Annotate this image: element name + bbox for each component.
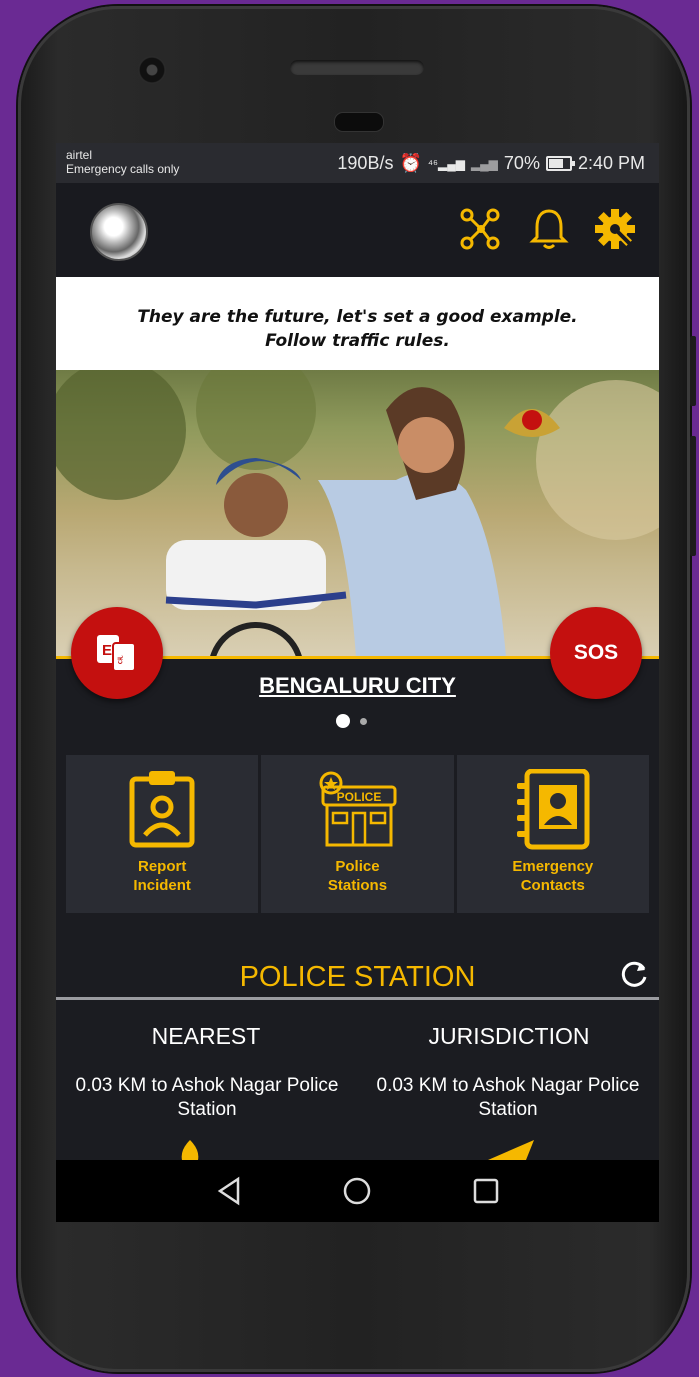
status-bar: airtel Emergency calls only 190B/s ⏰ ⁴⁶▂…: [56, 143, 659, 183]
bell-icon[interactable]: [529, 207, 569, 251]
clipboard-person-icon: [129, 771, 195, 848]
city-name[interactable]: BENGALURU CITY: [56, 673, 659, 699]
contact-book-icon: [516, 769, 590, 850]
police-badge-text: POLICE: [337, 790, 382, 804]
home-icon[interactable]: [342, 1176, 372, 1206]
status-indicators: 190B/s ⏰ ⁴⁶▂▄▆ ▂▄▆ 70% 2:40 PM: [337, 153, 645, 174]
emergency-contacts-tile[interactable]: Emergency Contacts: [456, 755, 649, 913]
volume-button: [690, 336, 696, 406]
banner-carousel[interactable]: They are the future, let's set a good ex…: [56, 277, 659, 657]
app-bar-actions: [457, 207, 637, 251]
network-icon[interactable]: [457, 207, 505, 251]
settings-icon[interactable]: [593, 207, 637, 251]
carrier-name: airtel: [66, 148, 93, 162]
report-incident-tile[interactable]: Report Incident: [66, 755, 259, 913]
map-marker-icon: [181, 1140, 199, 1160]
net-speed: 190B/s: [337, 153, 394, 173]
battery-percent: 70%: [503, 153, 540, 173]
emergency-contacts-label: Emergency Contacts: [512, 858, 594, 894]
alarm-icon: ⏰: [399, 153, 422, 173]
police-station-divider: [56, 997, 659, 1000]
clock: 2:40 PM: [577, 153, 645, 173]
nearest-heading[interactable]: NEAREST: [56, 1023, 356, 1050]
banner-caption-line1: They are the future, let's set a good ex…: [137, 307, 578, 327]
carrier-info: airtel Emergency calls only: [66, 148, 179, 176]
jurisdiction-heading[interactable]: JURISDICTION: [359, 1023, 659, 1050]
power-button: [690, 436, 696, 556]
android-navigation-bar: [56, 1160, 659, 1222]
banner-caption: They are the future, let's set a good ex…: [56, 305, 659, 353]
language-label-b: ಕ: [117, 652, 123, 668]
police-stations-tile[interactable]: POLICE Police Stations: [261, 755, 454, 913]
nearest-station-text[interactable]: 0.03 KM to Ashok Nagar Police Station: [56, 1074, 358, 1122]
back-icon[interactable]: [216, 1176, 242, 1206]
carousel-indicator: [336, 714, 367, 728]
police-station-heading: POLICE STATION: [239, 961, 476, 993]
battery-icon: [545, 156, 575, 171]
report-incident-label: Report Incident: [133, 858, 191, 894]
carousel-dot-active[interactable]: [336, 714, 350, 728]
avatar[interactable]: [90, 203, 148, 261]
app-screen: airtel Emergency calls only 190B/s ⏰ ⁴⁶▂…: [56, 143, 659, 1222]
signal-icon: ⁴⁶▂▄▆: [427, 156, 465, 171]
navigation-arrow-icon: [488, 1140, 534, 1160]
proximity-sensor: [334, 112, 384, 132]
language-label-a: E: [102, 642, 112, 659]
police-stations-label: Police Stations: [327, 858, 388, 894]
carousel-dot[interactable]: [360, 717, 367, 725]
jurisdiction-station-text[interactable]: 0.03 KM to Ashok Nagar Police Station: [357, 1074, 659, 1122]
carrier-note: Emergency calls only: [66, 162, 180, 176]
recents-icon[interactable]: [472, 1177, 500, 1205]
app-bar: [56, 183, 659, 277]
quick-actions: Report Incident POLICE Police Stations E…: [66, 755, 649, 913]
earpiece: [290, 60, 424, 75]
banner-caption-line2: Follow traffic rules.: [265, 331, 450, 351]
signal-icon-2: ▂▄▆: [470, 156, 498, 171]
refresh-icon[interactable]: [620, 959, 650, 989]
police-building-icon: POLICE: [319, 771, 397, 847]
front-camera: [138, 56, 166, 84]
